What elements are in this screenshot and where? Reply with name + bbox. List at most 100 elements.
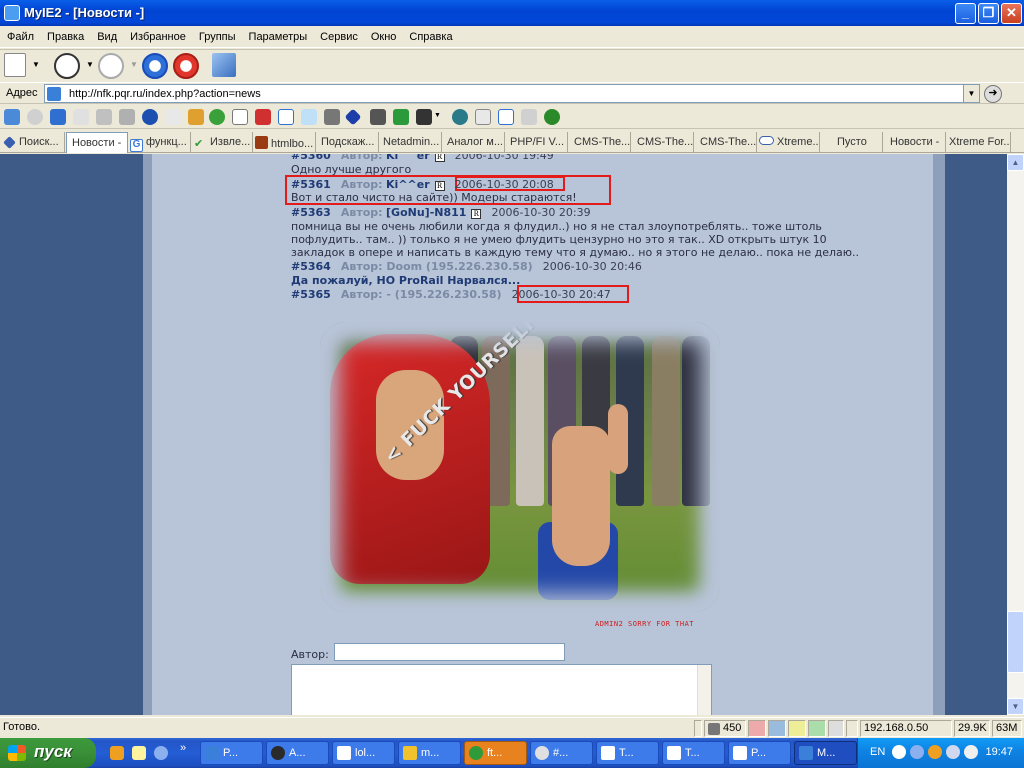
refresh-all-icon[interactable] [209, 109, 225, 125]
close-button[interactable]: ✕ [1001, 3, 1022, 24]
page-viewport[interactable]: #5360 Автор: Ki^^er R 2006-10-30 19:49 Одно… [0, 154, 1007, 715]
diamond-icon[interactable] [344, 108, 362, 126]
post-number[interactable]: #5360 [291, 154, 331, 162]
task-button[interactable]: T... [596, 741, 659, 765]
plugin-icon[interactable] [4, 109, 20, 125]
post-number[interactable]: #5363 [291, 206, 331, 219]
checkbox-icon[interactable] [232, 109, 248, 125]
bird-icon[interactable] [393, 109, 409, 125]
tab-empty[interactable]: Пусто [821, 132, 883, 153]
check-icon[interactable] [278, 109, 294, 125]
eye-icon[interactable] [452, 109, 468, 125]
menu-tools[interactable]: Сервис [313, 28, 364, 43]
tray-app-icon[interactable] [928, 745, 942, 759]
menu-file[interactable]: Файл [0, 28, 40, 43]
start-button[interactable]: пуск [0, 738, 96, 768]
network-icon[interactable] [910, 745, 924, 759]
tab-hint[interactable]: Подскаж... [317, 132, 379, 153]
task-button[interactable]: T... [662, 741, 725, 765]
save-dropdown-icon[interactable]: ▼ [434, 112, 442, 128]
post-number[interactable]: #5365 [291, 288, 331, 301]
tab-analog[interactable]: Аналог м... [443, 132, 505, 153]
popup-block-icon[interactable] [748, 720, 766, 737]
textarea-scrollbar[interactable] [697, 665, 711, 715]
task-button[interactable]: A... [266, 741, 329, 765]
tab-xtreme-forum[interactable]: Xtreme For... [947, 132, 1011, 153]
trash-count[interactable]: 450 [704, 720, 746, 737]
menu-favorites[interactable]: Избранное [123, 28, 192, 43]
volume-icon[interactable] [964, 745, 978, 759]
plugin-status-icon[interactable] [808, 720, 826, 737]
menu-groups[interactable]: Группы [192, 28, 242, 43]
post-number[interactable]: #5364 [291, 260, 331, 273]
back-icon[interactable] [54, 53, 80, 79]
db-icon[interactable] [768, 720, 786, 737]
tab-cms-3[interactable]: CMS-The... [695, 132, 757, 153]
message-textarea[interactable] [291, 664, 712, 715]
clip-icon[interactable] [119, 109, 135, 125]
tab-cms-2[interactable]: CMS-The... [632, 132, 694, 153]
tab-php[interactable]: PHP/FI V... [506, 132, 568, 153]
title-bar[interactable]: MyIE2 - [Новости -] _ ❐ ✕ [0, 0, 1024, 26]
address-field[interactable]: ▼ [44, 84, 980, 103]
minimize-button[interactable]: _ [955, 3, 976, 24]
task-button[interactable]: P... [200, 741, 263, 765]
calc-icon[interactable] [475, 109, 491, 125]
flash-icon[interactable] [142, 109, 158, 125]
quicklaunch-more-icon[interactable]: » [180, 742, 186, 754]
note-icon[interactable] [96, 109, 112, 125]
task-button[interactable]: M... [794, 741, 857, 765]
window-icon[interactable] [50, 109, 66, 125]
globe-icon[interactable] [544, 109, 560, 125]
quicklaunch-icon[interactable] [154, 746, 168, 760]
tray-arrow-icon[interactable] [892, 745, 906, 759]
new-page-icon[interactable] [4, 53, 26, 77]
author-name[interactable]: [GoNu]-N811 [386, 206, 466, 219]
author-name[interactable]: Ki^^er [386, 154, 430, 162]
address-input[interactable] [69, 86, 959, 101]
sidebar-icon[interactable] [212, 53, 236, 77]
text-icon[interactable] [165, 109, 181, 125]
scroll-thumb[interactable] [1007, 611, 1024, 673]
scroll-up-icon[interactable]: ▲ [1007, 154, 1024, 171]
forward-icon[interactable] [98, 53, 124, 79]
post-number[interactable]: #5361 [291, 178, 331, 191]
tab-netadmin[interactable]: Netadmin... [380, 132, 442, 153]
print-icon[interactable] [370, 109, 386, 125]
refresh-icon[interactable] [142, 53, 168, 79]
vertical-scrollbar[interactable]: ▲ ▼ [1007, 154, 1024, 715]
address-dropdown-icon[interactable]: ▼ [963, 85, 979, 102]
tray-app-icon[interactable] [946, 745, 960, 759]
tab-google[interactable]: Gфункц... [129, 132, 191, 153]
link-icon[interactable] [324, 109, 340, 125]
tab-search[interactable]: Поиск... [2, 132, 65, 153]
maximize-button[interactable]: ❐ [978, 3, 999, 24]
task-button[interactable]: lol... [332, 741, 395, 765]
filter-icon[interactable] [188, 109, 204, 125]
language-indicator[interactable]: EN [870, 746, 885, 758]
block-icon[interactable] [255, 109, 271, 125]
shield-icon[interactable] [27, 109, 43, 125]
tab-htmlbook[interactable]: htmlbo... [254, 132, 316, 153]
menu-view[interactable]: Вид [90, 28, 123, 43]
stop-icon[interactable] [173, 53, 199, 79]
menu-window[interactable]: Окно [364, 28, 403, 43]
tab-extract[interactable]: ✔ Извле... [192, 132, 253, 153]
clock[interactable]: 19:47 [985, 746, 1013, 758]
tab-news-2[interactable]: Новости - [884, 132, 946, 153]
tab-xtreme-1[interactable]: Xtreme... [758, 132, 820, 153]
author-name[interactable]: Ki^^er [386, 178, 430, 191]
tab-news[interactable]: Новости - [66, 132, 128, 153]
menu-help[interactable]: Справка [402, 28, 458, 43]
scroll-down-icon[interactable]: ▼ [1007, 698, 1024, 715]
go-icon[interactable]: ➜ [984, 85, 1002, 103]
task-button[interactable]: ft... [464, 741, 527, 765]
quicklaunch-icon[interactable] [110, 746, 124, 760]
copy-icon[interactable] [73, 109, 89, 125]
folder-icon[interactable] [788, 720, 806, 737]
menu-edit[interactable]: Правка [40, 28, 90, 43]
url-icon[interactable] [301, 109, 317, 125]
table-icon[interactable] [498, 109, 514, 125]
menu-options[interactable]: Параметры [242, 28, 314, 43]
save-icon[interactable] [416, 109, 432, 125]
